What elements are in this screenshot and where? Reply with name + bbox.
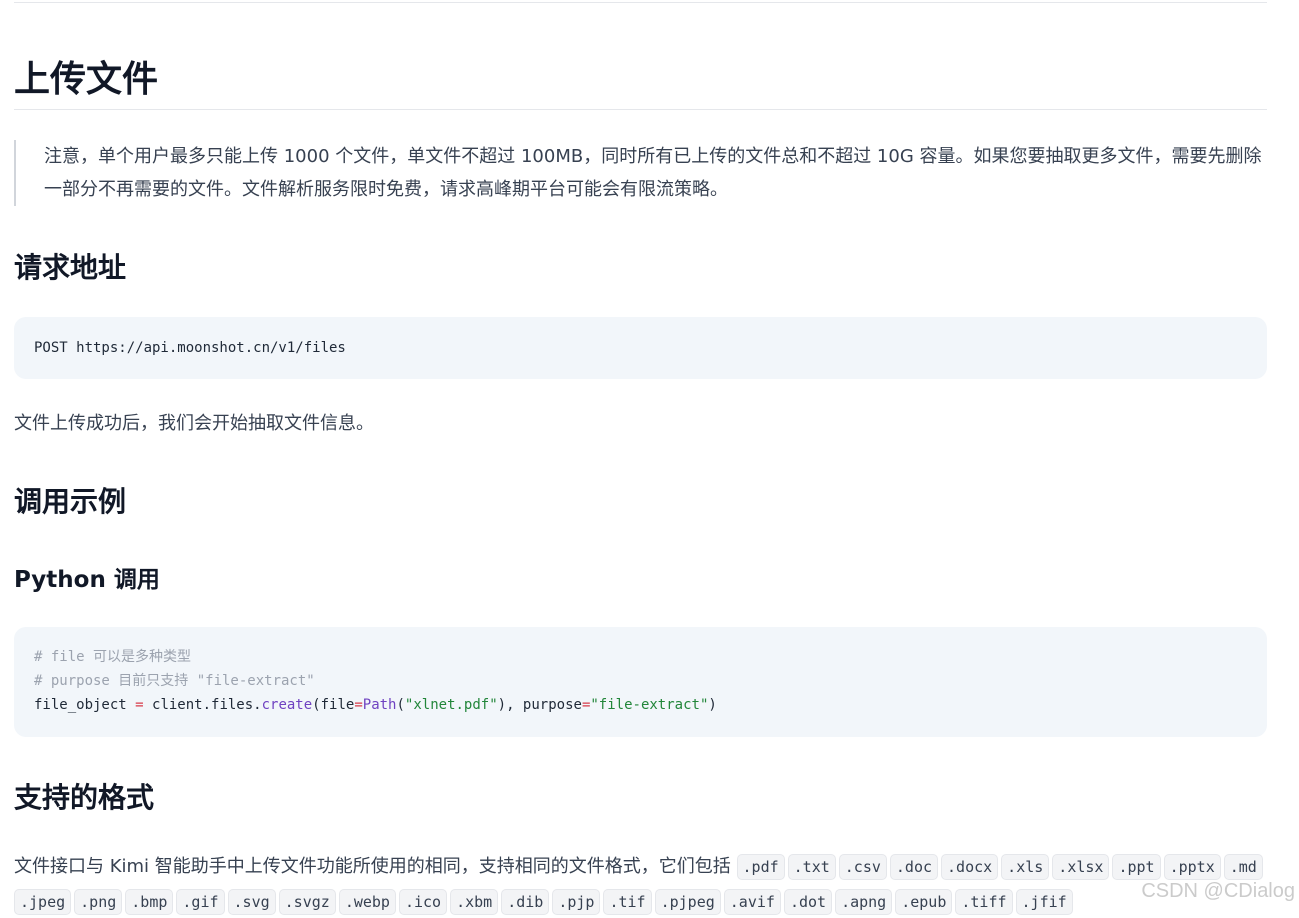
code-token: = <box>126 697 153 713</box>
format-chip: .gif <box>176 889 225 915</box>
code-token: ( <box>396 697 405 713</box>
formats-heading: 支持的格式 <box>14 781 155 814</box>
code-token: client.files. <box>152 697 262 713</box>
format-chip: .pjpeg <box>654 889 721 915</box>
code-token: (file <box>312 697 355 713</box>
formats-paragraph: 文件接口与 Kimi 智能助手中上传文件功能所使用的相同，支持相同的文件格式，它… <box>14 849 1294 918</box>
format-chip: .tif <box>603 889 652 915</box>
upload-note-blockquote: 注意，单个用户最多只能上传 1000 个文件，单文件不超过 100MB，同时所有… <box>14 140 1264 206</box>
format-chip: .xlsx <box>1052 854 1110 880</box>
formats-intro: 文件接口与 Kimi 智能助手中上传文件功能所使用的相同，支持相同的文件格式，它… <box>14 856 731 877</box>
format-chip: .epub <box>895 889 953 915</box>
code-token: ) <box>708 697 717 713</box>
endpoint-code-line: POST https://api.moonshot.cn/v1/files <box>34 340 346 356</box>
upload-success-text: 文件上传成功后，我们会开始抽取文件信息。 <box>14 413 374 434</box>
code-token: create <box>261 697 313 713</box>
upload-title: 上传文件 <box>14 59 159 100</box>
format-chip: .svg <box>227 889 276 915</box>
format-chip: .dot <box>783 889 833 915</box>
watermark: CSDN @CDialog <box>1141 880 1295 902</box>
format-chip: .jpeg <box>14 889 72 915</box>
doc-page: 上传文件 注意，单个用户最多只能上传 1000 个文件，单文件不超过 100MB… <box>0 0 1299 918</box>
format-chip: .svgz <box>278 889 336 915</box>
example-heading: 调用示例 <box>14 485 127 518</box>
top-divider <box>14 2 1267 3</box>
code-token: "xlnet.pdf" <box>404 697 498 713</box>
format-chip: .xls <box>1001 854 1050 880</box>
format-chip: .png <box>74 889 123 915</box>
code-comment-line: # purpose 目前只支持 "file-extract" <box>34 673 315 689</box>
format-chip: .dib <box>501 889 550 915</box>
format-chip: .doc <box>889 854 939 880</box>
format-chip: .webp <box>338 889 396 915</box>
format-chip: .bmp <box>125 889 174 915</box>
code-statement-line: file_object = client.files.create(file=P… <box>34 693 1267 717</box>
code-token: ), purpose <box>497 697 582 713</box>
format-chip: .xbm <box>450 889 499 915</box>
format-chip: .tiff <box>955 889 1013 915</box>
format-chip: .csv <box>838 854 887 880</box>
format-chip: .jfif <box>1015 889 1073 915</box>
python-code-block: # file 可以是多种类型 # purpose 目前只支持 "file-ext… <box>14 627 1267 737</box>
code-token: Path <box>362 697 397 713</box>
code-comment-line: # file 可以是多种类型 <box>34 649 192 665</box>
title-divider <box>14 109 1267 110</box>
endpoint-code-block: POST https://api.moonshot.cn/v1/files <box>14 317 1267 379</box>
format-chip: .ico <box>398 889 448 915</box>
format-chip: .docx <box>941 854 999 880</box>
code-token: = <box>354 697 363 713</box>
code-token: "file-extract" <box>590 697 709 713</box>
format-chip: .txt <box>787 854 836 880</box>
format-chip: .pdf <box>736 854 785 880</box>
format-chip: .pptx <box>1163 854 1221 880</box>
format-chip: .avif <box>723 889 781 915</box>
format-chip: .pjp <box>552 889 601 915</box>
python-heading: Python 调用 <box>14 567 160 593</box>
format-chip: .ppt <box>1112 854 1161 880</box>
format-chip: .apng <box>835 889 893 915</box>
request-heading: 请求地址 <box>14 251 127 284</box>
format-chip: .md <box>1223 854 1263 880</box>
code-token: file_object <box>34 697 127 713</box>
